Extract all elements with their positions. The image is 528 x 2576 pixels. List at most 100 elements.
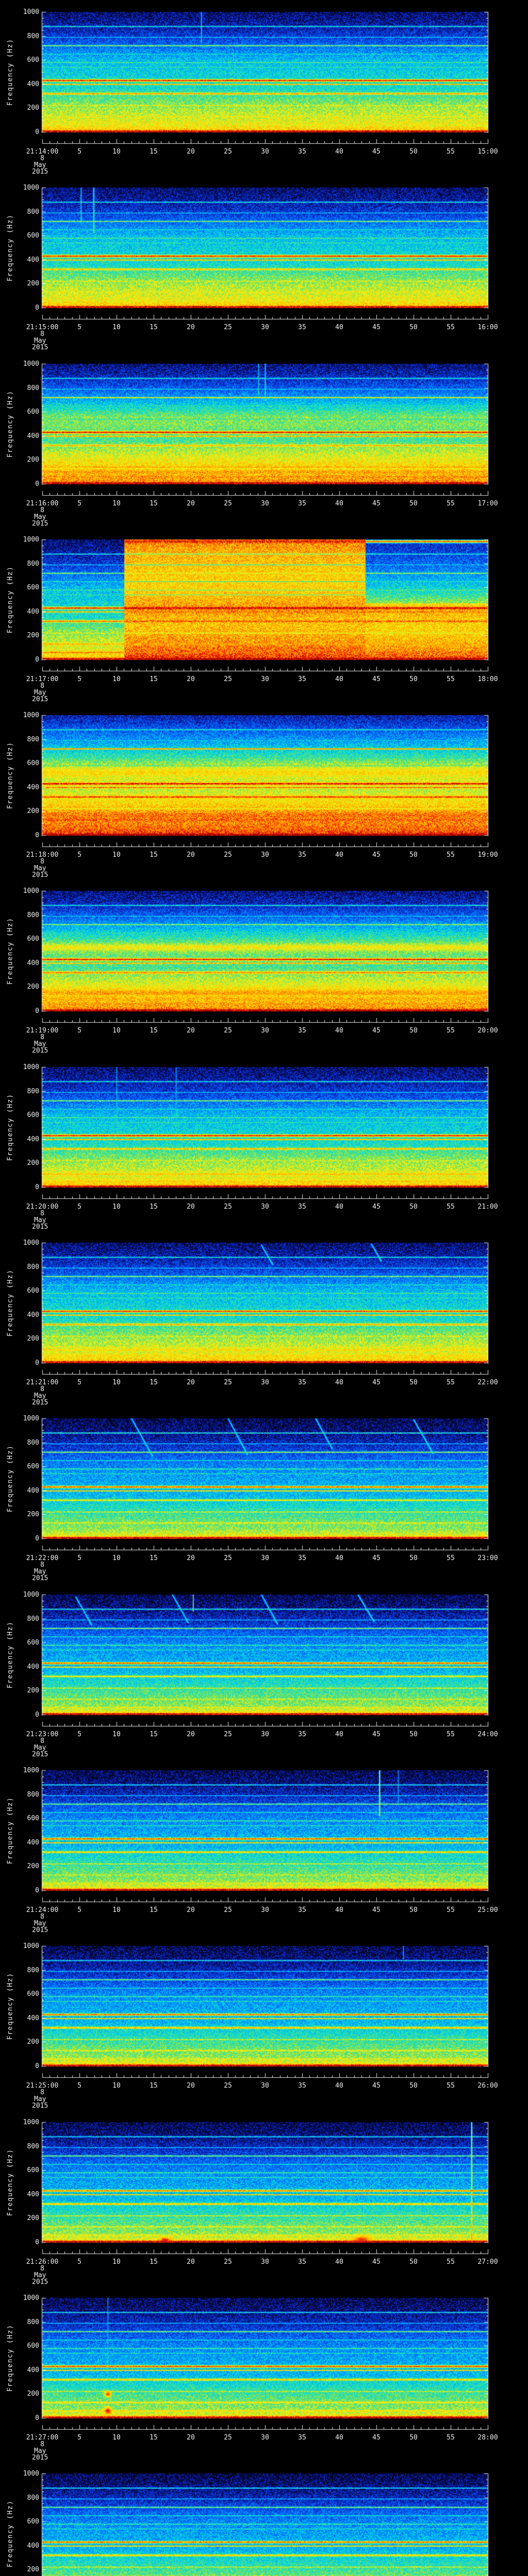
end-time-label: 21:00 bbox=[477, 1203, 498, 1211]
y-axis-title: Frequency (Hz) bbox=[6, 390, 14, 458]
y-axis-title: Frequency (Hz) bbox=[6, 1445, 14, 1513]
y-tick-label: 200 bbox=[27, 280, 39, 288]
y-tick-label: 1000 bbox=[23, 887, 39, 895]
y-tick-label: 400 bbox=[27, 1838, 39, 1846]
x-tick-label: 10 bbox=[112, 324, 121, 331]
y-tick-label: 800 bbox=[27, 911, 39, 919]
y-axis-title: Frequency (Hz) bbox=[6, 741, 14, 809]
x-tick-label: 20 bbox=[187, 148, 195, 156]
y-tick-label: 800 bbox=[27, 208, 39, 216]
x-tick-label: 25 bbox=[224, 1379, 232, 1386]
x-tick-label: 45 bbox=[372, 148, 381, 156]
y-tick-label: 200 bbox=[27, 2390, 39, 2398]
x-tick-label: 30 bbox=[261, 1379, 269, 1386]
x-tick-label: 35 bbox=[298, 500, 306, 507]
x-tick-label: 30 bbox=[261, 675, 269, 683]
x-tick-label: 15 bbox=[150, 1203, 158, 1211]
y-tick-label: 0 bbox=[35, 1007, 39, 1015]
y-tick-label: 0 bbox=[35, 128, 39, 136]
y-tick-label: 800 bbox=[27, 1790, 39, 1799]
y-tick-label: 200 bbox=[27, 456, 39, 464]
date-line: 2015 bbox=[32, 1574, 48, 1582]
y-tick-label: 200 bbox=[27, 1335, 39, 1343]
x-tick-label: 15 bbox=[150, 1027, 158, 1035]
y-tick-label: 600 bbox=[27, 2166, 39, 2175]
y-tick-label: 1000 bbox=[23, 2119, 39, 2126]
x-tick-label: 45 bbox=[372, 1379, 381, 1386]
x-tick-label: 30 bbox=[261, 1027, 269, 1035]
y-tick-label: 400 bbox=[27, 1486, 39, 1495]
x-tick-label: 45 bbox=[372, 1731, 381, 1738]
end-time-label: 20:00 bbox=[477, 1027, 498, 1035]
x-tick-label: 25 bbox=[224, 2082, 232, 2090]
x-tick-label: 20 bbox=[187, 2434, 195, 2442]
x-tick-label: 20 bbox=[187, 324, 195, 331]
y-tick-label: 200 bbox=[27, 104, 39, 112]
x-tick-label: 20 bbox=[187, 2258, 195, 2266]
y-tick-label: 400 bbox=[27, 783, 39, 791]
y-axis-title: Frequency (Hz) bbox=[6, 2324, 14, 2392]
x-tick-label: 40 bbox=[335, 2434, 343, 2442]
y-tick-label: 600 bbox=[27, 2342, 39, 2350]
x-tick-label: 10 bbox=[112, 1027, 121, 1035]
date-line: 2015 bbox=[32, 2454, 48, 2462]
x-tick-label: 50 bbox=[409, 1554, 418, 1562]
x-tick-label: 15 bbox=[150, 2258, 158, 2266]
y-tick-label: 800 bbox=[27, 1966, 39, 1974]
x-tick-label: 25 bbox=[224, 675, 232, 683]
spectrogram-panel-14: Frequency (Hz) 0 200 400 600 800 1000 5 10 15 20 25… bbox=[0, 2286, 528, 2462]
y-tick-label: 800 bbox=[27, 2142, 39, 2150]
x-tick-label: 50 bbox=[409, 324, 418, 331]
end-time-label: 17:00 bbox=[477, 500, 498, 507]
spectrogram-panel-9: Frequency (Hz) 0 200 400 600 800 1000 5 10 15 20 25… bbox=[0, 1406, 528, 1583]
x-tick-label: 25 bbox=[224, 1906, 232, 1914]
x-tick-label: 35 bbox=[298, 1906, 306, 1914]
x-tick-label: 30 bbox=[261, 500, 269, 507]
y-tick-label: 0 bbox=[35, 656, 39, 664]
x-tick-label: 30 bbox=[261, 1731, 269, 1738]
x-tick-label: 25 bbox=[224, 324, 232, 331]
x-tick-label: 25 bbox=[224, 2434, 232, 2442]
y-tick-label: 800 bbox=[27, 1087, 39, 1095]
end-time-label: 22:00 bbox=[477, 1379, 498, 1386]
x-tick-label: 50 bbox=[409, 2434, 418, 2442]
spectrogram-panel-15: Frequency (Hz)02004006008001000510152025… bbox=[0, 2462, 528, 2576]
x-tick-label: 10 bbox=[112, 1203, 121, 1211]
x-tick-label: 50 bbox=[409, 500, 418, 507]
x-tick-label: 35 bbox=[298, 851, 306, 859]
x-tick-label: 50 bbox=[409, 675, 418, 683]
y-axis-title: Frequency (Hz) bbox=[6, 1972, 14, 2040]
x-tick-label: 35 bbox=[298, 1554, 306, 1562]
x-tick-label: 45 bbox=[372, 1027, 381, 1035]
x-tick-label: 10 bbox=[112, 1554, 121, 1562]
y-tick-label: 600 bbox=[27, 935, 39, 943]
date-line: 2015 bbox=[32, 871, 48, 879]
y-tick-label: 0 bbox=[35, 1359, 39, 1367]
x-tick-label: 15 bbox=[150, 1906, 158, 1914]
y-tick-label: 1000 bbox=[23, 1591, 39, 1599]
y-tick-label: 200 bbox=[27, 632, 39, 640]
x-tick-label: 35 bbox=[298, 1379, 306, 1386]
y-axis-title: Frequency (Hz) bbox=[6, 1797, 14, 1865]
x-tick-label: 25 bbox=[224, 1554, 232, 1562]
spectrogram-panel-8: Frequency (Hz) 0 200 400 600 800 1000 5 10 15 20 25… bbox=[0, 1231, 528, 1407]
x-tick-label: 15 bbox=[150, 1731, 158, 1738]
date-line: 2015 bbox=[32, 344, 48, 351]
y-tick-label: 800 bbox=[27, 1263, 39, 1271]
y-axis-title: Frequency (Hz) bbox=[6, 566, 14, 634]
y-tick-label: 200 bbox=[27, 807, 39, 816]
x-tick-label: 25 bbox=[224, 1731, 232, 1738]
end-time-label: 26:00 bbox=[477, 2082, 498, 2090]
y-tick-label: 0 bbox=[35, 832, 39, 839]
x-tick-label: 30 bbox=[261, 324, 269, 331]
y-tick-label: 200 bbox=[27, 2038, 39, 2046]
x-tick-label: 40 bbox=[335, 1379, 343, 1386]
x-tick-label: 20 bbox=[187, 1027, 195, 1035]
y-tick-label: 600 bbox=[27, 1287, 39, 1295]
y-axis-title: Frequency (Hz) bbox=[6, 1093, 14, 1161]
date-line: 2015 bbox=[32, 1223, 48, 1231]
x-tick-label: 35 bbox=[298, 2258, 306, 2266]
y-tick-label: 200 bbox=[27, 1862, 39, 1871]
x-tick-label: 10 bbox=[112, 1379, 121, 1386]
y-tick-label: 400 bbox=[27, 1311, 39, 1319]
